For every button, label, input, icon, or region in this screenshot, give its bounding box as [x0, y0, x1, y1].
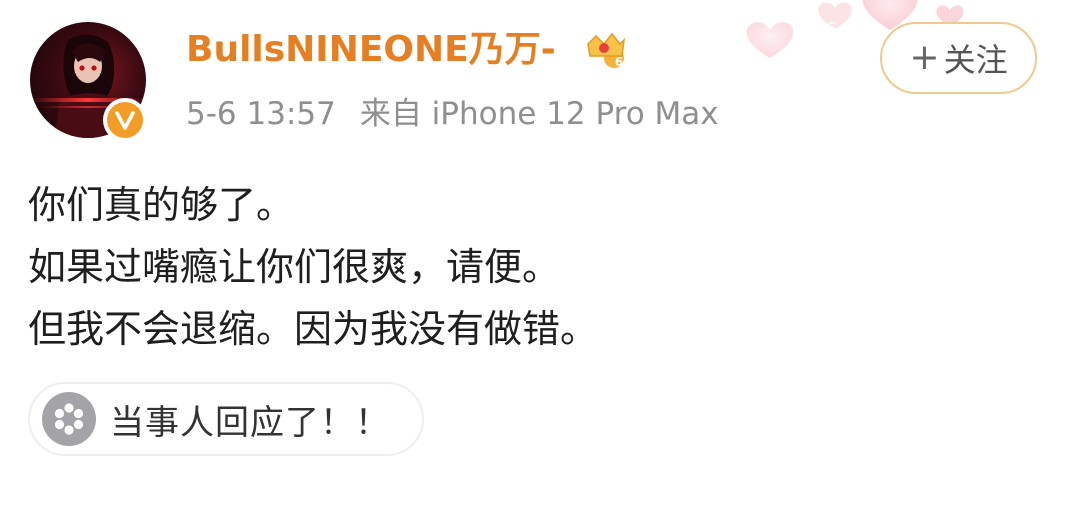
post-line: 但我不会退缩。因为我没有做错。 [28, 307, 599, 351]
member-level: 6 [615, 55, 623, 69]
follow-label: 关注 [943, 41, 1008, 79]
post-time: 5-6 13:57 [186, 96, 336, 132]
follow-button[interactable]: + 关注 [880, 22, 1037, 94]
svg-text:ɛ ɛ ɛ: ɛ ɛ ɛ [826, 15, 876, 40]
topic-chip[interactable]: 当事人回应了！！ [28, 382, 424, 456]
verified-badge [103, 98, 147, 142]
plus-icon: + [909, 37, 940, 78]
post-source: 来自 iPhone 12 Pro Max [359, 96, 719, 132]
username[interactable]: BullsNINEONE乃万- [186, 24, 556, 76]
topic-label: 当事人回应了！！ [110, 402, 390, 443]
post-content: 你们真的够了。 如果过嘴瘾让你们很爽，请便。 但我不会退缩。因为我没有做错。 [28, 174, 598, 360]
post-line: 你们真的够了。 [28, 183, 295, 227]
topic-flower-icon [42, 392, 96, 446]
verified-v-icon [107, 102, 143, 138]
crown-member-icon: 6 [587, 32, 626, 69]
post-line: 如果过嘴瘾让你们很爽，请便。 [28, 245, 561, 289]
post-meta: 5-6 13:57 来自 iPhone 12 Pro Max [186, 92, 719, 136]
